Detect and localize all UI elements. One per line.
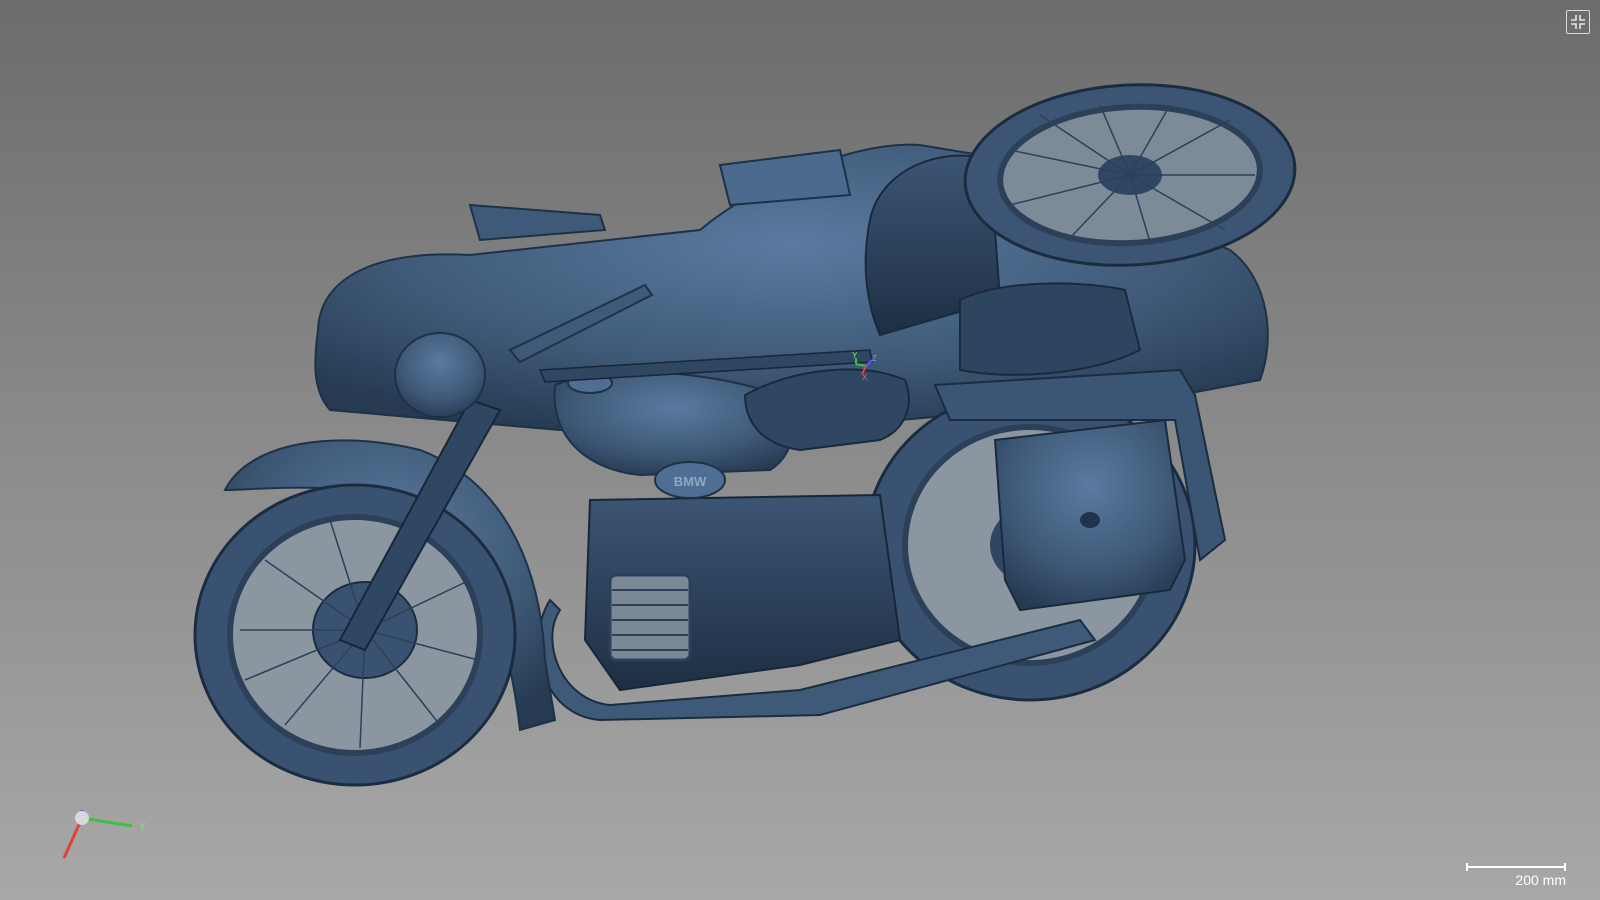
model-origin-marker: Y Z X [852, 352, 877, 382]
headlight [394, 332, 486, 418]
svg-text:X: X [862, 373, 868, 382]
fullscreen-exit-button[interactable] [1566, 10, 1590, 34]
sidecar-tail [718, 148, 852, 207]
axis-origin-sphere [75, 811, 89, 825]
scale-bar: 200 mm [1466, 861, 1568, 889]
axis-triad: Y [62, 810, 146, 859]
svg-text:Y: Y [852, 352, 858, 360]
3d-viewport[interactable]: BMW Y Z X Y 200 mm [0, 0, 1600, 900]
scale-bar-line [1466, 863, 1566, 871]
engine-cylinder [608, 573, 692, 662]
sidecar-handle [468, 203, 607, 242]
fullscreen-exit-icon [1571, 15, 1585, 29]
svg-text:BMW: BMW [674, 474, 707, 489]
svg-text:Y: Y [139, 822, 146, 833]
motorcycle-sidecar-model[interactable]: BMW [0, 0, 1600, 900]
scale-bar-label: 200 mm [1515, 872, 1566, 888]
svg-text:Z: Z [872, 354, 877, 363]
sidecar-seat [959, 282, 1142, 376]
axis-y-line [81, 816, 133, 828]
